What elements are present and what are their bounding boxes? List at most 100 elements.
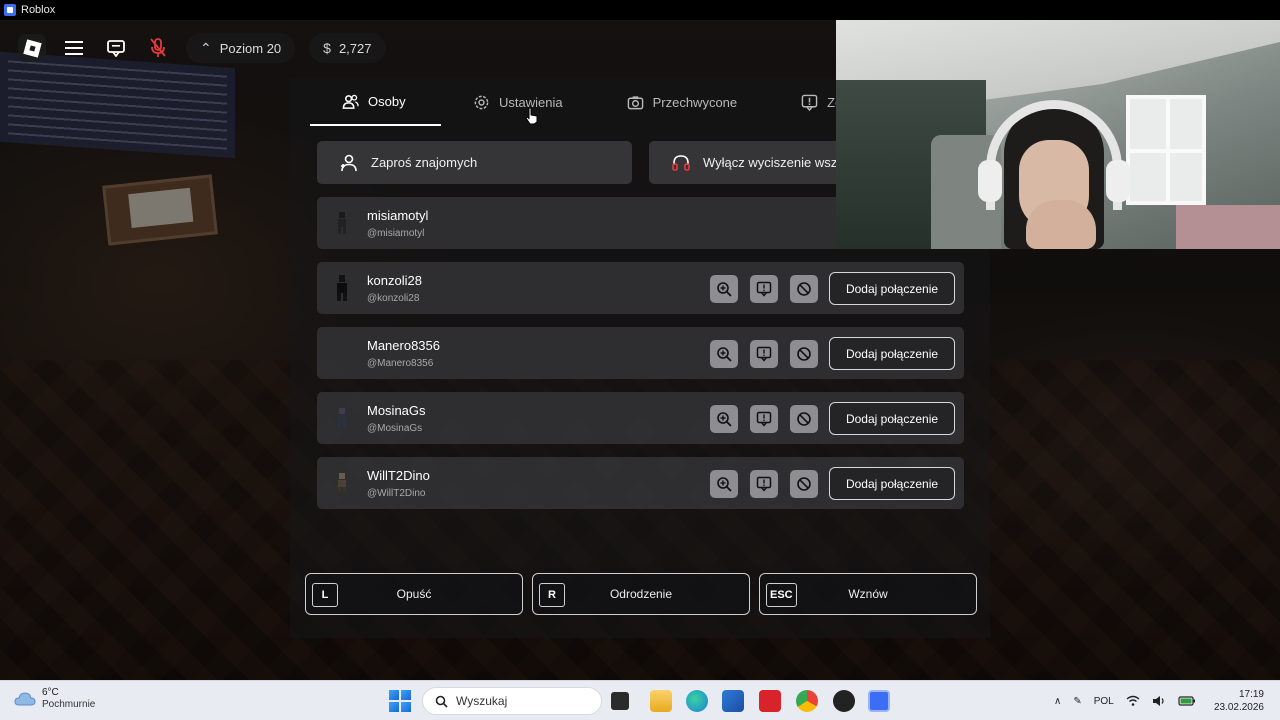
key-hint: ESC bbox=[766, 583, 797, 607]
tab-people[interactable]: Osoby bbox=[310, 78, 441, 126]
windows-start-icon[interactable] bbox=[389, 690, 411, 712]
block-player-button[interactable] bbox=[790, 405, 818, 433]
wifi-icon[interactable] bbox=[1126, 695, 1140, 707]
inspect-button[interactable] bbox=[710, 470, 738, 498]
player-row[interactable]: MosinaGs @MosinaGs Dodaj połączenie bbox=[317, 392, 964, 444]
inspect-button[interactable] bbox=[710, 340, 738, 368]
taskbar-search[interactable]: Wyszukaj bbox=[422, 687, 602, 715]
system-tray: ∧ ✎ POL bbox=[1054, 681, 1196, 720]
tab-settings[interactable]: Ustawienia bbox=[441, 78, 595, 126]
webcam-room-window bbox=[1126, 95, 1206, 205]
resume-button[interactable]: ESC Wznów bbox=[759, 573, 977, 615]
report-icon bbox=[756, 346, 772, 362]
block-icon bbox=[797, 477, 811, 491]
inspect-button[interactable] bbox=[710, 405, 738, 433]
add-connection-button[interactable]: Dodaj połączenie bbox=[829, 272, 955, 305]
invite-friends-button[interactable]: Zaproś znajomych bbox=[317, 141, 632, 184]
level-pill[interactable]: ⌃ Poziom 20 bbox=[186, 33, 296, 63]
file-explorer-icon[interactable] bbox=[650, 690, 672, 712]
pen-icon[interactable]: ✎ bbox=[1073, 696, 1081, 707]
chrome-icon[interactable] bbox=[796, 690, 818, 712]
player-handle: @Manero8356 bbox=[367, 358, 434, 369]
robux-pill[interactable]: $ 2,727 bbox=[309, 33, 386, 63]
roblox-app-icon bbox=[4, 4, 16, 16]
leave-label: Opuść bbox=[396, 587, 432, 601]
gear-icon bbox=[474, 95, 489, 109]
roblox-menu-logo-icon[interactable] bbox=[18, 34, 46, 62]
report-player-button[interactable] bbox=[750, 470, 778, 498]
player-name: MosinaGs bbox=[367, 403, 426, 418]
player-handle: @misiamotyl bbox=[367, 228, 425, 239]
store-icon[interactable] bbox=[722, 690, 744, 712]
report-player-button[interactable] bbox=[750, 340, 778, 368]
tab-people-label: Osoby bbox=[368, 93, 406, 109]
player-avatar bbox=[331, 337, 353, 369]
search-icon bbox=[435, 695, 448, 708]
window-titlebar: Roblox bbox=[0, 0, 1280, 20]
block-player-button[interactable] bbox=[790, 275, 818, 303]
report-player-button[interactable] bbox=[750, 275, 778, 303]
weather-temperature: 6°C bbox=[42, 687, 59, 698]
report-player-button[interactable] bbox=[750, 405, 778, 433]
speaker-icon[interactable] bbox=[1152, 695, 1166, 707]
chat-icon[interactable] bbox=[102, 34, 130, 62]
player-name: misiamotyl bbox=[367, 208, 429, 223]
key-hint: L bbox=[312, 583, 338, 607]
chevron-up-icon[interactable]: ∧ bbox=[1054, 696, 1061, 707]
report-icon bbox=[756, 411, 772, 427]
camera-icon bbox=[627, 95, 643, 109]
player-avatar bbox=[331, 272, 353, 304]
zoom-in-icon bbox=[717, 347, 732, 362]
zoom-in-icon bbox=[717, 412, 732, 427]
player-row[interactable]: Manero8356 @Manero8356 Dodaj połączenie bbox=[317, 327, 964, 379]
headphone-earcup bbox=[1106, 160, 1130, 202]
add-connection-button[interactable]: Dodaj połączenie bbox=[829, 337, 955, 370]
language-indicator[interactable]: POL bbox=[1094, 696, 1114, 707]
respawn-button[interactable]: R Odrodzenie bbox=[532, 573, 750, 615]
add-connection-button[interactable]: Dodaj połączenie bbox=[829, 467, 955, 500]
block-player-button[interactable] bbox=[790, 340, 818, 368]
roblox-topbar: ⌃ Poziom 20 $ 2,727 bbox=[18, 33, 386, 63]
edge-browser-icon[interactable] bbox=[686, 690, 708, 712]
search-placeholder: Wyszukaj bbox=[456, 694, 508, 708]
respawn-label: Odrodzenie bbox=[609, 587, 673, 601]
robux-icon: $ bbox=[323, 40, 331, 56]
window-title: Roblox bbox=[21, 4, 56, 16]
menu-tabs: Osoby Ustawienia Przechwycone Zgłoś bbox=[310, 78, 891, 128]
roblox-taskbar-icon[interactable] bbox=[868, 690, 890, 712]
player-avatar bbox=[331, 207, 353, 239]
zoom-in-icon bbox=[717, 282, 732, 297]
obs-icon[interactable] bbox=[833, 690, 855, 712]
weather-description: Pochmurnie bbox=[42, 699, 96, 710]
block-icon bbox=[797, 347, 811, 361]
add-person-icon bbox=[341, 154, 357, 171]
add-connection-button[interactable]: Dodaj połączenie bbox=[829, 402, 955, 435]
tab-captures-label: Przechwycone bbox=[652, 94, 738, 110]
report-icon bbox=[801, 94, 818, 111]
tab-captures[interactable]: Przechwycone bbox=[595, 78, 770, 126]
l-app-icon[interactable] bbox=[759, 690, 781, 712]
player-handle: @WillT2Dino bbox=[367, 488, 426, 499]
player-row[interactable]: WillT2Dino @WillT2Dino Dodaj połączenie bbox=[317, 457, 964, 509]
microphone-muted-icon[interactable] bbox=[144, 34, 172, 62]
task-view-icon[interactable] bbox=[611, 692, 629, 710]
player-handle: @MosinaGs bbox=[367, 423, 423, 434]
inspect-button[interactable] bbox=[710, 275, 738, 303]
battery-icon[interactable] bbox=[1178, 695, 1196, 707]
taskbar-clock[interactable]: 17:19 23.02.2026 bbox=[1214, 688, 1264, 714]
zoom-in-icon bbox=[717, 477, 732, 492]
people-icon bbox=[342, 94, 359, 109]
weather-widget[interactable]: 6°C Pochmurnie bbox=[14, 687, 95, 711]
menu-bottom-bar: L Opuść R Odrodzenie ESC Wznów bbox=[305, 573, 977, 615]
player-name: WillT2Dino bbox=[367, 468, 430, 483]
report-icon bbox=[756, 281, 772, 297]
headphones-icon bbox=[986, 100, 1122, 210]
key-hint: R bbox=[539, 583, 565, 607]
player-row[interactable]: konzoli28 @konzoli28 Dodaj połączenie bbox=[317, 262, 964, 314]
block-icon bbox=[797, 412, 811, 426]
report-icon bbox=[756, 476, 772, 492]
block-player-button[interactable] bbox=[790, 470, 818, 498]
leave-button[interactable]: L Opuść bbox=[305, 573, 523, 615]
hamburger-menu-icon[interactable] bbox=[60, 34, 88, 62]
webcam-person-hand bbox=[1026, 200, 1096, 249]
